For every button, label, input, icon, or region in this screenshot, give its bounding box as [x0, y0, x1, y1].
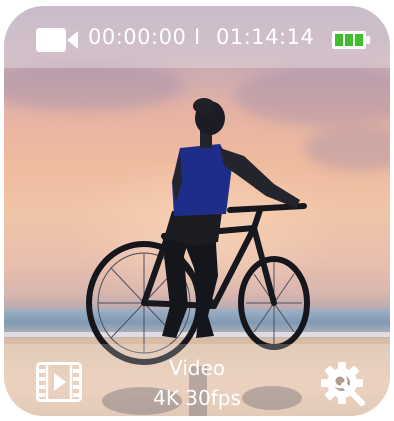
- video-camera-icon: [36, 28, 78, 52]
- time-separator: I: [194, 25, 201, 49]
- camera-viewfinder: 00:00:00 I 01:14:14 Video 4K 30fps: [4, 6, 390, 416]
- remaining-time: 01:14:14: [216, 25, 315, 49]
- settings-gear-icon[interactable]: [318, 359, 368, 409]
- record-time: 00:00:00: [88, 25, 187, 49]
- battery-full-icon: [332, 31, 370, 49]
